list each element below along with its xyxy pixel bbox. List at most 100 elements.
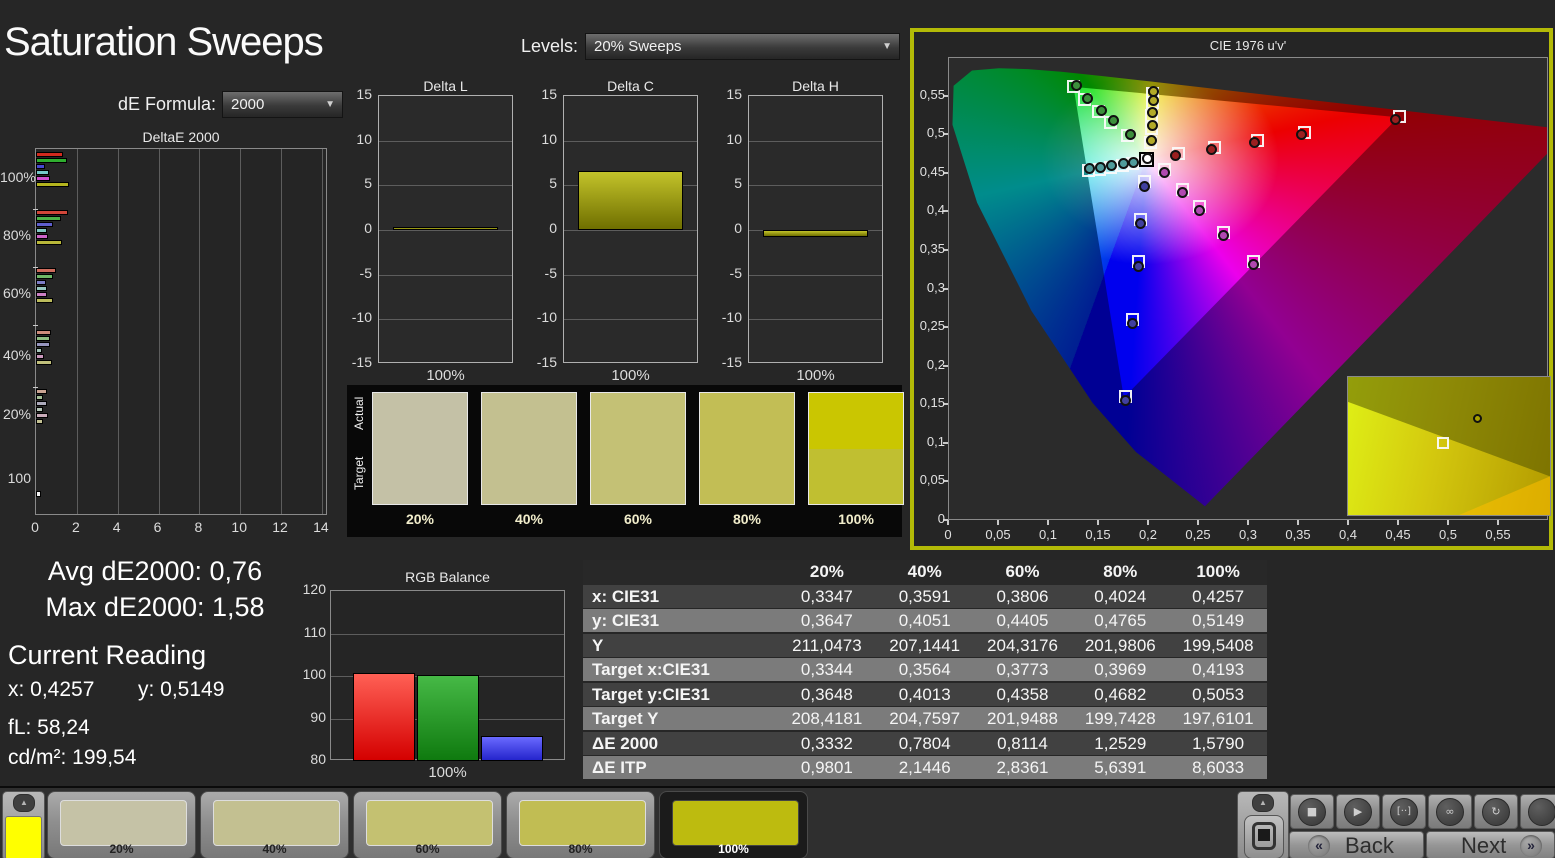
table-col-header: 20% xyxy=(809,562,844,581)
cie-point-magenta-100 xyxy=(1247,259,1259,271)
cie-point-blue-40 xyxy=(1134,218,1146,230)
table-corner-cell xyxy=(583,560,778,585)
swatch-actual-half xyxy=(700,393,794,449)
collapse-up-button[interactable]: ▲ xyxy=(13,794,35,812)
delta-ytick-label: 10 xyxy=(726,130,742,147)
next-button-label: Next xyxy=(1461,833,1507,858)
table-cell: 0,3647 xyxy=(800,611,853,630)
patch-button-label: 40% xyxy=(262,842,287,856)
table-cell: 204,7597 xyxy=(889,709,961,728)
delta-gridline xyxy=(379,230,512,231)
rgb-xlabel: 100% xyxy=(428,764,467,781)
table-cell: 204,3176 xyxy=(987,635,1058,655)
swatch-column-label: 60% xyxy=(623,511,653,527)
delta-gridline xyxy=(379,274,512,276)
cie-xtick-label: 0 xyxy=(944,527,952,542)
cie-point-blue-100 xyxy=(1119,395,1131,407)
triangle-up-icon: ▲ xyxy=(1259,798,1267,807)
table-cell: 0,4051 xyxy=(898,611,951,630)
current-x-readout: x: 0,4257 xyxy=(8,678,95,701)
rgb-bar-green xyxy=(417,674,479,761)
patch-button-label: 100% xyxy=(718,842,749,856)
patch-button-40%[interactable]: 40% xyxy=(200,791,349,858)
cie-zoom-inset xyxy=(1347,376,1551,516)
cie-ytick-label: 0,35 xyxy=(919,240,945,256)
patch-color-swatch xyxy=(519,800,646,846)
cie-point-magenta-20 xyxy=(1158,167,1170,179)
swatch-column-label: 40% xyxy=(514,511,544,527)
delta-ytick-label: -10 xyxy=(536,309,557,326)
table-cell: 0,5149 xyxy=(1192,611,1245,630)
cie-point-red-20 xyxy=(1169,150,1181,162)
cie-point-magenta-80 xyxy=(1217,229,1229,241)
cie-point-yellow-100 xyxy=(1148,86,1159,98)
table-cell: 1,5790 xyxy=(1192,733,1245,753)
table-cell: 0,3648 xyxy=(800,684,853,704)
patch-color-swatch xyxy=(60,800,187,846)
table-cell: 0,3773 xyxy=(996,660,1049,679)
cie-point-red-80 xyxy=(1295,129,1307,141)
cie-chart-panel[interactable]: CIE 1976 u'v' 0 0,05 0,1 0,15 0,2 0,25 0,3 0,35 0… xyxy=(910,28,1553,550)
refresh-button[interactable]: ↻ xyxy=(1474,794,1518,829)
patch-color-swatch xyxy=(366,800,493,846)
table-row-label: Y xyxy=(592,635,604,655)
chevron-left-icon: « xyxy=(1308,835,1330,857)
patch-button-100%[interactable]: 100% xyxy=(659,791,808,858)
next-button[interactable]: Next » xyxy=(1426,831,1555,858)
cie-point-red-100 xyxy=(1390,113,1402,125)
chevron-right-icon: » xyxy=(1520,835,1542,857)
cie-inset-target-square xyxy=(1436,437,1449,450)
delta-ytick-label: 0 xyxy=(549,220,557,236)
deltae2000-ytick-label: 20% xyxy=(2,406,31,422)
deltae2000-bar-cyan xyxy=(36,170,50,175)
delta-ytick-label: -5 xyxy=(359,264,372,281)
cie-point-cyan-80 xyxy=(1094,161,1106,173)
deltae2000-gridline xyxy=(117,149,119,514)
play-button[interactable]: ▶ xyxy=(1336,794,1380,829)
cie-xtick-label: 0,55 xyxy=(1485,527,1511,542)
patch-button-80%[interactable]: 80% xyxy=(506,791,655,858)
delta-ytick-label: 5 xyxy=(734,175,742,192)
cie-xtick-label: 0,15 xyxy=(1085,527,1111,542)
delta-ytick-label: -5 xyxy=(729,264,742,281)
table-col-header: 60% xyxy=(1005,562,1040,581)
step-button[interactable]: [··] xyxy=(1382,794,1426,829)
cie-xtick xyxy=(1447,520,1449,525)
loop-button[interactable]: ∞ xyxy=(1428,794,1472,829)
cie-ytick-label: 0,4 xyxy=(926,202,945,218)
patch-button-20%[interactable]: 20% xyxy=(47,791,196,858)
cie-point-cyan-20 xyxy=(1127,156,1139,168)
deltae2000-bar-red xyxy=(36,210,68,215)
cie-ytick-label: 0,45 xyxy=(919,163,945,179)
collapse-up-button[interactable]: ▲ xyxy=(1252,794,1274,812)
cie-xtick xyxy=(947,520,949,525)
deltae2000-bar-magenta xyxy=(36,234,49,239)
swatch-80% xyxy=(699,392,795,505)
swatch-target-half xyxy=(482,448,576,504)
patch-color-swatch xyxy=(672,800,799,846)
swatch-40% xyxy=(481,392,577,505)
table-cell: 0,4765 xyxy=(1094,611,1147,630)
deltae2000-gridline xyxy=(158,149,160,514)
cie-xtick-label: 0,05 xyxy=(985,527,1011,542)
table-row: Target Y 208,4181 204,7597 201,9488 199,7428… xyxy=(583,707,1267,730)
measurement-table: 20% 40% 60% 80% 100% x: CIE31 0,3347 0,3591 0,38… xyxy=(583,560,1267,781)
table-cell: 0,3969 xyxy=(1094,660,1147,679)
swatch-60% xyxy=(590,392,686,505)
cie-point-blue-20 xyxy=(1138,180,1150,192)
swatch-20% xyxy=(372,392,468,505)
back-button[interactable]: « Back xyxy=(1289,831,1424,858)
current-reading-heading: Current Reading xyxy=(8,640,207,670)
pattern-window-button[interactable] xyxy=(1244,815,1284,858)
patch-button-60%[interactable]: 60% xyxy=(353,791,502,858)
table-cell: 199,7428 xyxy=(1084,709,1156,728)
patch-color-swatch xyxy=(213,800,340,846)
extra-button[interactable] xyxy=(1520,794,1555,829)
rgb-ytick-label: 110 xyxy=(303,623,326,640)
delta-ytick-label: 5 xyxy=(364,175,372,192)
table-cell: 0,4013 xyxy=(898,684,951,704)
max-de2000-readout: Max dE2000: 1,58 xyxy=(45,592,265,622)
stop-button[interactable]: ■ xyxy=(1290,794,1334,829)
table-row-label: ΔE 2000 xyxy=(592,733,659,753)
cie-xtick xyxy=(997,520,999,525)
